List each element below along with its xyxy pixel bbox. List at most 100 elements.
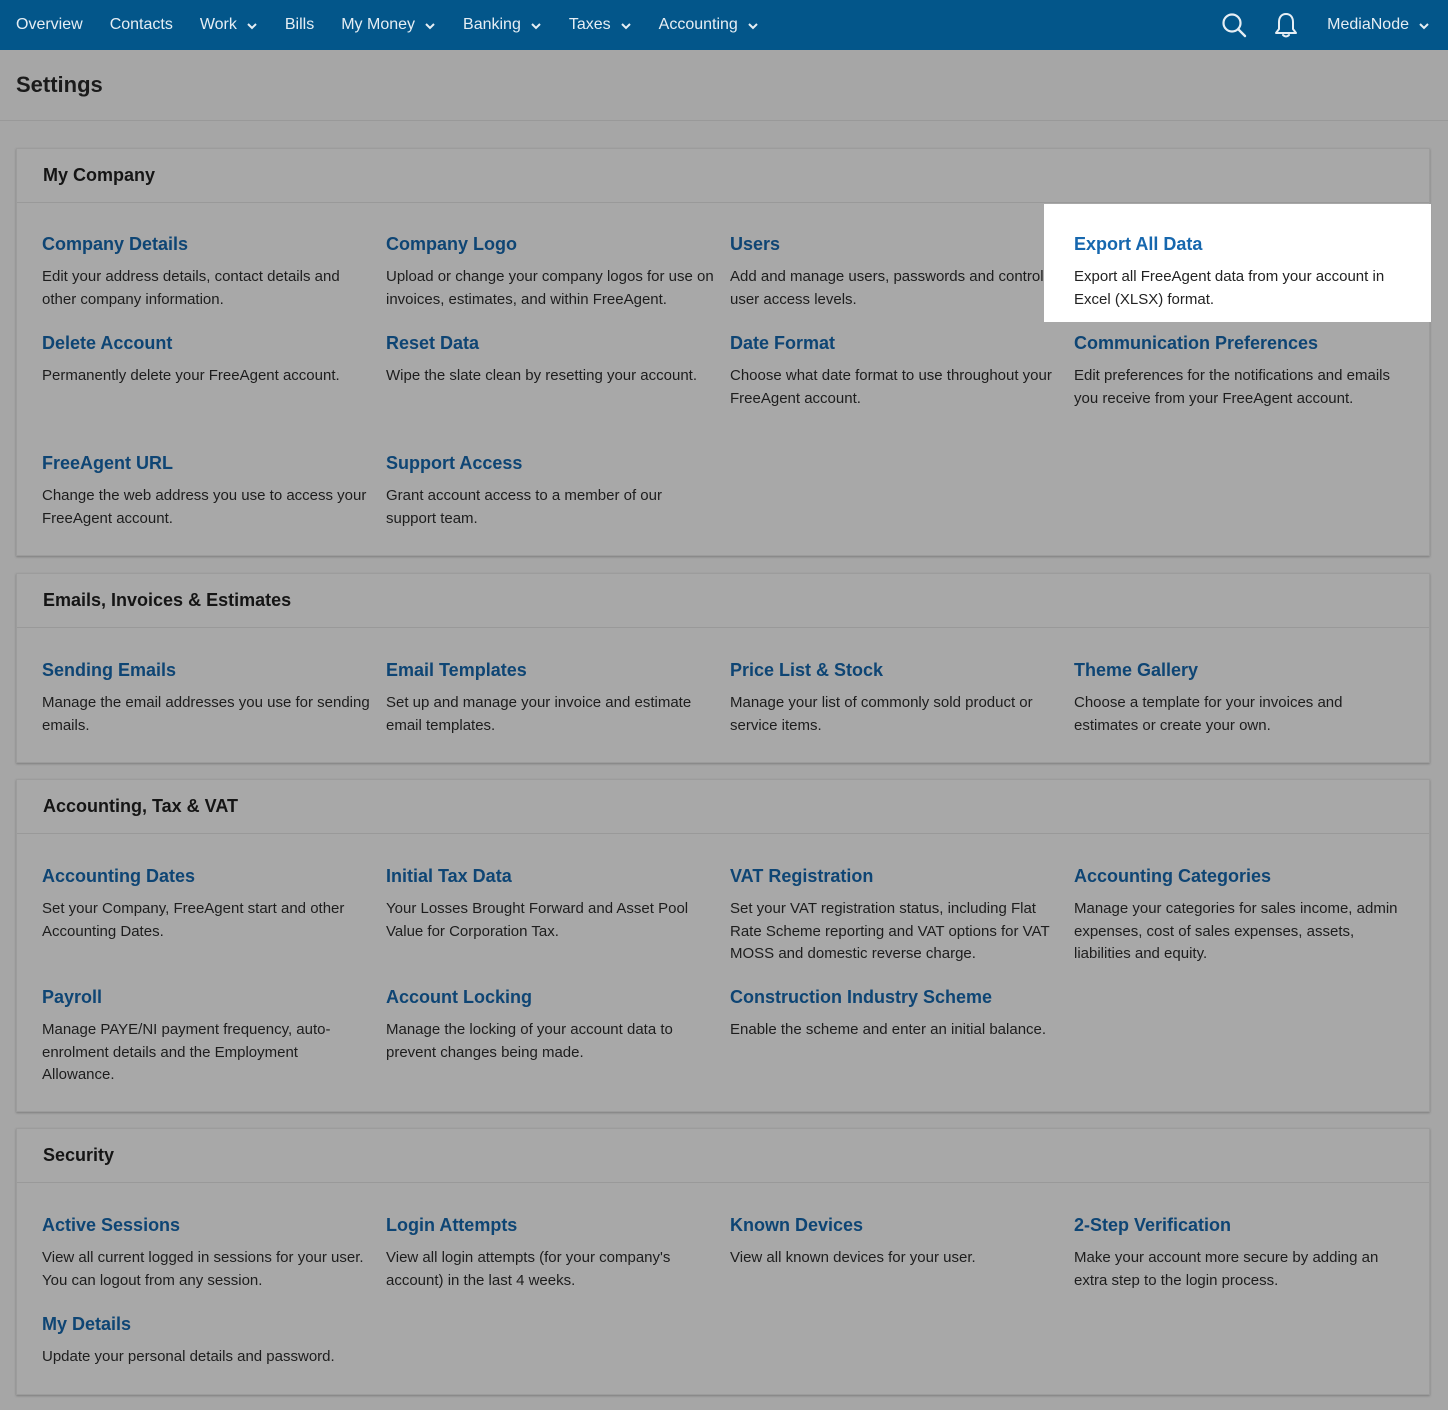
section-header: My Company (17, 149, 1429, 203)
nav-item-my-money[interactable]: My Money (341, 16, 436, 34)
section-title: My Company (43, 165, 156, 185)
setting-link[interactable]: Active Sessions (42, 1214, 372, 1236)
setting-export-all-data[interactable]: Export All Data Export all FreeAgent data… (1074, 233, 1404, 311)
setting-link[interactable]: Company Logo (386, 233, 716, 255)
nav-item-work[interactable]: Work (200, 16, 258, 34)
setting-payroll[interactable]: Payroll Manage PAYE/NI payment frequency,… (42, 986, 372, 1087)
setting-accounting-dates[interactable]: Accounting Dates Set your Company, FreeAg… (42, 865, 372, 943)
nav-item-bills[interactable]: Bills (285, 16, 314, 34)
setting-link[interactable]: Accounting Dates (42, 865, 372, 887)
section-header: Emails, Invoices & Estimates (17, 574, 1429, 628)
setting-price-list-stock[interactable]: Price List & Stock Manage your list of co… (730, 659, 1060, 737)
chevron-down-icon (620, 19, 632, 31)
setting-link[interactable]: Users (730, 233, 1060, 255)
setting-description: Your Losses Brought Forward and Asset Po… (386, 900, 689, 940)
nav-item-taxes[interactable]: Taxes (569, 16, 632, 34)
setting-account-locking[interactable]: Account Locking Manage the locking of you… (386, 986, 716, 1064)
setting-email-templates[interactable]: Email Templates Set up and manage your in… (386, 659, 716, 737)
setting-link[interactable]: Support Access (386, 452, 716, 474)
setting-date-format[interactable]: Date Format Choose what date format to us… (730, 332, 1060, 410)
setting-description: Export all FreeAgent data from your acco… (1074, 268, 1385, 308)
nav-item-accounting[interactable]: Accounting (659, 16, 759, 34)
section-emails-invoices-estimates: Emails, Invoices & Estimates Sending Emai… (16, 573, 1430, 763)
setting-link[interactable]: Sending Emails (42, 659, 372, 681)
account-menu[interactable]: MediaNode (1327, 16, 1430, 34)
setting-communication-preferences[interactable]: Communication Preferences Edit preference… (1074, 332, 1404, 410)
section-title: Security (43, 1145, 115, 1165)
setting-accounting-categories[interactable]: Accounting Categories Manage your categor… (1074, 865, 1404, 966)
setting-link[interactable]: 2-Step Verification (1074, 1214, 1404, 1236)
nav-item-contacts[interactable]: Contacts (110, 16, 173, 34)
setting-users[interactable]: Users Add and manage users, passwords and… (730, 233, 1060, 311)
setting-link[interactable]: Theme Gallery (1074, 659, 1404, 681)
setting-link[interactable]: Price List & Stock (730, 659, 1060, 681)
nav-item-label: Overview (16, 16, 83, 33)
setting-link[interactable]: Account Locking (386, 986, 716, 1008)
setting-link[interactable]: Construction Industry Scheme (730, 986, 1060, 1008)
setting-description: Edit your address details, contact detai… (42, 268, 340, 308)
chevron-down-icon (1418, 19, 1430, 31)
setting-link[interactable]: My Details (42, 1313, 372, 1335)
setting-vat-registration[interactable]: VAT Registration Set your VAT registratio… (730, 865, 1060, 966)
setting-initial-tax-data[interactable]: Initial Tax Data Your Losses Brought Forw… (386, 865, 716, 943)
setting-description: Manage your list of commonly sold produc… (730, 694, 1033, 734)
setting-login-attempts[interactable]: Login Attempts View all login attempts (f… (386, 1214, 716, 1292)
setting-sending-emails[interactable]: Sending Emails Manage the email addresses… (42, 659, 372, 737)
nav-right-area: MediaNode (1219, 0, 1448, 50)
account-name: MediaNode (1327, 16, 1409, 33)
setting-link[interactable]: VAT Registration (730, 865, 1060, 887)
setting-description: Manage your categories for sales income,… (1074, 900, 1398, 962)
section-title: Accounting, Tax & VAT (43, 796, 239, 816)
setting-link[interactable]: Export All Data (1074, 233, 1404, 255)
setting-link[interactable]: Communication Preferences (1074, 332, 1404, 354)
setting-link[interactable]: Delete Account (42, 332, 372, 354)
setting-description: Manage the locking of your account data … (386, 1021, 673, 1061)
setting-description: Add and manage users, passwords and cont… (730, 268, 1044, 308)
setting-active-sessions[interactable]: Active Sessions View all current logged i… (42, 1214, 372, 1292)
nav-item-overview[interactable]: Overview (16, 16, 83, 34)
section-title: Emails, Invoices & Estimates (43, 590, 292, 610)
setting-construction-industry-scheme[interactable]: Construction Industry Scheme Enable the s… (730, 986, 1060, 1042)
setting-2-step-verification[interactable]: 2-Step Verification Make your account mor… (1074, 1214, 1404, 1292)
setting-link[interactable]: Login Attempts (386, 1214, 716, 1236)
setting-link[interactable]: Payroll (42, 986, 372, 1008)
setting-link[interactable]: Known Devices (730, 1214, 1060, 1236)
setting-company-logo[interactable]: Company Logo Upload or change your compan… (386, 233, 716, 311)
setting-my-details[interactable]: My Details Update your personal details a… (42, 1313, 372, 1369)
nav-item-label: Banking (463, 16, 521, 33)
section-security: Security Active Sessions View all current … (16, 1128, 1430, 1395)
nav-item-label: Work (199, 16, 237, 33)
nav-item-label: Accounting (658, 16, 738, 33)
main-menu: Overview Contacts Work Bills My Money Banking… (0, 0, 786, 50)
setting-link[interactable]: Reset Data (386, 332, 716, 354)
setting-link[interactable]: Email Templates (386, 659, 716, 681)
setting-link[interactable]: Initial Tax Data (386, 865, 716, 887)
search-icon[interactable] (1219, 10, 1249, 40)
setting-description: Permanently delete your FreeAgent accoun… (42, 367, 340, 384)
setting-freeagent-url[interactable]: FreeAgent URL Change the web address you … (42, 452, 372, 530)
chevron-down-icon (424, 19, 436, 31)
setting-support-access[interactable]: Support Access Grant account access to a … (386, 452, 716, 530)
nav-item-banking[interactable]: Banking (463, 16, 542, 34)
setting-description: Set up and manage your invoice and estim… (386, 694, 692, 734)
setting-known-devices[interactable]: Known Devices View all known devices for … (730, 1214, 1060, 1270)
setting-company-details[interactable]: Company Details Edit your address details… (42, 233, 372, 311)
setting-description: Grant account access to a member of our … (386, 487, 662, 527)
setting-link[interactable]: Company Details (42, 233, 372, 255)
setting-description: View all login attempts (for your compan… (386, 1249, 671, 1289)
setting-delete-account[interactable]: Delete Account Permanently delete your Fr… (42, 332, 372, 388)
setting-link[interactable]: Date Format (730, 332, 1060, 354)
section-accounting-tax-vat: Accounting, Tax & VAT Accounting Dates Set… (16, 779, 1430, 1112)
setting-description: Update your personal details and passwor… (42, 1348, 335, 1365)
page-header: Settings (0, 50, 1448, 121)
setting-reset-data[interactable]: Reset Data Wipe the slate clean by resett… (386, 332, 716, 388)
setting-link[interactable]: FreeAgent URL (42, 452, 372, 474)
nav-item-label: Taxes (568, 16, 611, 33)
section-header: Security (17, 1129, 1429, 1183)
setting-description: Manage PAYE/NI payment frequency, auto-e… (42, 1021, 331, 1083)
setting-theme-gallery[interactable]: Theme Gallery Choose a template for your … (1074, 659, 1404, 737)
setting-link[interactable]: Accounting Categories (1074, 865, 1404, 887)
setting-description: Choose what date format to use throughou… (730, 367, 1052, 407)
chevron-down-icon (747, 19, 759, 31)
bell-icon[interactable] (1271, 10, 1301, 40)
